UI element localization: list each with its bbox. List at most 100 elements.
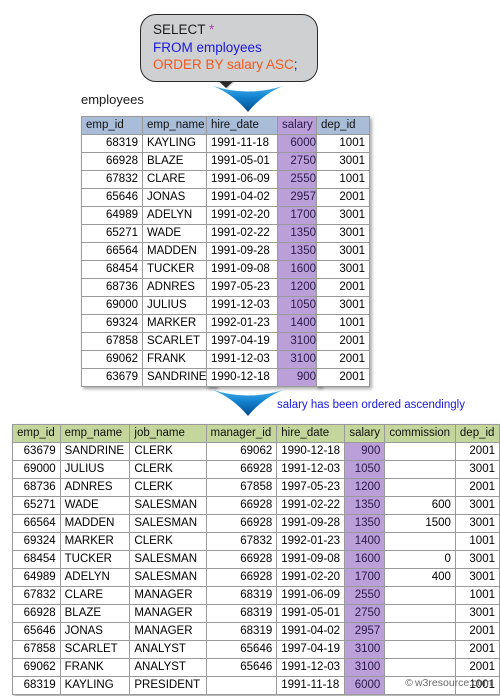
table-row: 68736 ADNRES [81, 278, 216, 297]
table-row: 1991-12-03 3100 [206, 350, 321, 369]
table-row: 3001 [316, 242, 370, 261]
cell-emp-name: MADDEN [59, 514, 131, 533]
table-row: 2001 [316, 278, 370, 297]
cell-job-name: SALESMAN [129, 514, 207, 533]
cell-emp-id: 67832 [81, 170, 143, 189]
cell-emp-name: BLAZE [59, 604, 131, 623]
cell-job-name: MANAGER [129, 586, 207, 605]
cell-hire-date: 1990-12-18 [276, 442, 346, 461]
cell-hire-date: 1991-04-02 [276, 622, 346, 641]
cell-emp-name: WADE [142, 224, 216, 243]
table-row: 68454 TUCKER SALESMAN 66928 1991-09-08 1600 0 3… [12, 550, 500, 569]
table-row: 1991-04-02 2957 [206, 188, 321, 207]
sql-from-clause: FROM employees [153, 39, 262, 55]
cell-hire-date: 1997-05-23 [206, 278, 278, 297]
table-row: 1991-09-28 1350 [206, 242, 321, 261]
table-row: 65646 JONAS [81, 188, 216, 207]
cell-emp-id: 66564 [81, 242, 143, 261]
cell-salary: 2750 [277, 152, 321, 171]
table-row: 3001 [316, 224, 370, 243]
cell-salary: 1600 [277, 260, 321, 279]
cell-emp-name: CLARE [59, 586, 131, 605]
cell-dep-id: 2001 [316, 368, 370, 387]
table-header-row: emp_id emp_name job_name manager_id hire… [12, 424, 500, 443]
cell-hire-date: 1991-06-09 [206, 170, 278, 189]
column-header-emp-id: emp_id [12, 424, 61, 443]
cell-commission [384, 604, 456, 623]
cell-emp-id: 64989 [12, 568, 61, 587]
cell-emp-id: 66928 [81, 152, 143, 171]
cell-dep-id: 2001 [316, 350, 370, 369]
cell-dep-id: 3001 [454, 460, 500, 479]
cell-emp-id: 68319 [12, 676, 61, 695]
cell-emp-id: 65646 [12, 622, 61, 641]
cell-manager-id: 67832 [205, 532, 278, 551]
table-row: 68454 TUCKER [81, 260, 216, 279]
cell-hire-date: 1997-04-19 [206, 332, 278, 351]
column-header-hire-date: hire_date [206, 116, 278, 135]
cell-job-name: CLERK [129, 532, 207, 551]
cell-dep-id: 1001 [316, 134, 370, 153]
cell-salary: 1700 [344, 568, 386, 587]
table-row: 1001 [316, 314, 370, 333]
cell-emp-id: 66928 [12, 604, 61, 623]
cell-hire-date: 1991-02-22 [206, 224, 278, 243]
cell-salary: 1600 [344, 550, 386, 569]
cell-emp-id: 68454 [12, 550, 61, 569]
table-row: 67832 CLARE MANAGER 68319 1991-06-09 2550 1001 [12, 586, 500, 605]
table-row: 68319 KAYLING [81, 134, 216, 153]
cell-hire-date: 1991-06-09 [276, 586, 346, 605]
cell-salary: 900 [277, 368, 321, 387]
cell-emp-id: 65271 [81, 224, 143, 243]
cell-emp-id: 65271 [12, 496, 61, 515]
cell-hire-date: 1991-05-01 [206, 152, 278, 171]
cell-hire-date: 1997-05-23 [276, 478, 346, 497]
source-table-panel-hire-salary: hire_date salary 1991-11-18 6000 1991-05-0… [206, 116, 321, 387]
cell-salary: 2550 [344, 586, 386, 605]
table-row: 66928 BLAZE [81, 152, 216, 171]
cell-dep-id: 1001 [454, 532, 500, 551]
cell-hire-date: 1991-12-03 [276, 658, 346, 677]
table-row: 69062 FRANK ANALYST 65646 1991-12-03 3100 2001 [12, 658, 500, 677]
cell-job-name: CLERK [129, 478, 207, 497]
column-header-dep-id: dep_id [454, 424, 500, 443]
table-row: 1991-02-22 1350 [206, 224, 321, 243]
cell-hire-date: 1991-09-28 [206, 242, 278, 261]
cell-salary: 1400 [344, 532, 386, 551]
cell-commission [384, 442, 456, 461]
cell-dep-id: 2001 [454, 442, 500, 461]
cell-salary: 1050 [277, 296, 321, 315]
cell-hire-date: 1992-01-23 [206, 314, 278, 333]
cell-dep-id: 3001 [316, 242, 370, 261]
cell-emp-id: 68736 [12, 478, 61, 497]
table-header-row: hire_date salary [206, 116, 321, 135]
table-row: 66928 BLAZE MANAGER 68319 1991-05-01 2750 3001 [12, 604, 500, 623]
cell-manager-id [205, 676, 278, 695]
column-header-manager-id: manager_id [205, 424, 278, 443]
cell-salary: 2957 [277, 188, 321, 207]
column-header-emp-id: emp_id [81, 116, 143, 135]
cell-manager-id: 65646 [205, 640, 278, 659]
cell-emp-id: 67858 [12, 640, 61, 659]
cell-emp-name: SANDRINE [142, 368, 216, 387]
cell-emp-name: CLARE [142, 170, 216, 189]
cell-emp-name: JULIUS [142, 296, 216, 315]
cell-manager-id: 66928 [205, 550, 278, 569]
cell-emp-id: 63679 [81, 368, 143, 387]
cell-emp-id: 66564 [12, 514, 61, 533]
cell-salary: 1350 [344, 514, 386, 533]
cell-salary: 6000 [344, 676, 386, 695]
cell-dep-id: 2001 [454, 640, 500, 659]
cell-emp-name: JONAS [59, 622, 131, 641]
cell-salary: 3100 [277, 350, 321, 369]
table-row: 2001 [316, 332, 370, 351]
cell-manager-id: 67858 [205, 478, 278, 497]
table-header-row: dep_id [316, 116, 370, 135]
source-table-panel-identity: emp_id emp_name 68319 KAYLING 66928 BLAZE 67… [81, 116, 216, 387]
cell-salary: 1200 [344, 478, 386, 497]
cell-salary: 3100 [277, 332, 321, 351]
cell-dep-id: 1001 [316, 314, 370, 333]
cell-emp-id: 69062 [81, 350, 143, 369]
table-row: 69000 JULIUS CLERK 66928 1991-12-03 1050 3001 [12, 460, 500, 479]
table-row: 63679 SANDRINE CLERK 69062 1990-12-18 900 2001 [12, 442, 500, 461]
